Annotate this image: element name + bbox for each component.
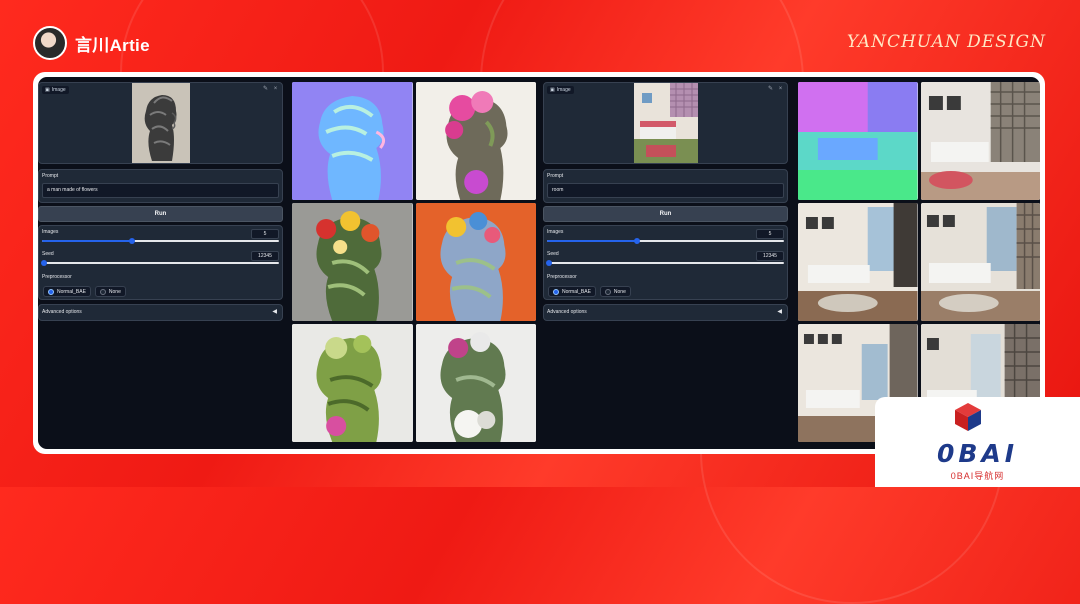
- image-tools: ✎ ×: [262, 86, 279, 93]
- gallery-image-pink-flowers[interactable]: [415, 82, 536, 200]
- logo-subtext: 0BAI导航网: [950, 471, 1005, 481]
- images-label: Images: [42, 229, 59, 235]
- radio-dot: [604, 288, 611, 295]
- seed-number-input[interactable]: 12345: [251, 251, 279, 261]
- prompt-input[interactable]: a man made of flowers: [42, 183, 279, 198]
- close-icon[interactable]: ×: [272, 86, 279, 93]
- prompt-block: Prompt a man made of flowers: [38, 169, 283, 203]
- radio-label: None: [108, 288, 121, 295]
- logo-text: 0BAI: [936, 439, 1019, 468]
- prompt-input[interactable]: room: [547, 183, 784, 198]
- brand-name: 言川Artie: [75, 35, 150, 55]
- seed-label: Seed: [547, 251, 559, 257]
- input-image-bust: [131, 83, 190, 163]
- images-slider-fill: [42, 240, 133, 242]
- radio-label: Normal_BAE: [562, 288, 591, 295]
- image-label-tag: ▣ Image: [42, 86, 69, 94]
- images-slider-fill: [547, 240, 638, 242]
- avatar: [33, 26, 67, 60]
- images-slider[interactable]: [42, 238, 279, 244]
- prompt-label: Prompt: [42, 173, 59, 179]
- gallery-image-bedroom-checkered[interactable]: [920, 82, 1040, 200]
- caret-left-icon: ◀: [272, 309, 277, 315]
- radio-normal-bae[interactable]: Normal_BAE: [548, 286, 596, 297]
- controls-block: Images 5 Seed 12345 Preprocessor Normal_…: [38, 225, 283, 300]
- input-image-block[interactable]: ▣ Image ✎ ×: [38, 82, 283, 164]
- image-icon: ▣: [550, 87, 555, 93]
- gallery-image-bedroom-plaid[interactable]: [920, 203, 1040, 321]
- input-image-block[interactable]: ▣ Image ✎ ×: [543, 82, 788, 164]
- seed-slider[interactable]: [41, 260, 279, 266]
- cube-logo-icon: [955, 403, 981, 431]
- gallery-image-green-leaves[interactable]: [292, 324, 413, 442]
- radio-dot: [99, 288, 106, 295]
- prompt-block: Prompt room: [543, 169, 788, 203]
- seed-slider[interactable]: [546, 260, 784, 266]
- gallery-image-bedroom-window[interactable]: [798, 203, 918, 321]
- brand-header: 言川Artie: [33, 26, 150, 60]
- images-slider-handle[interactable]: [634, 238, 641, 244]
- radio-none[interactable]: None: [94, 286, 126, 297]
- images-slider-handle[interactable]: [129, 238, 136, 244]
- seed-label: Seed: [42, 251, 54, 257]
- left-control-panel: ▣ Image ✎ × Prompt a man made of flowers …: [38, 82, 283, 444]
- image-tools: ✎ ×: [767, 86, 784, 93]
- gallery-image-green-red-flowers[interactable]: [292, 203, 413, 321]
- images-number-input[interactable]: 5: [251, 229, 279, 239]
- gallery-image-white-flowers[interactable]: [415, 324, 536, 442]
- prompt-label: Prompt: [547, 173, 564, 179]
- obai-watermark: 0BAI 0BAI导航网: [875, 397, 1080, 487]
- designer-signature: YANCHUAN DESIGN: [846, 32, 1046, 52]
- radio-normal-bae[interactable]: Normal_BAE: [43, 286, 91, 297]
- image-icon: ▣: [45, 87, 50, 93]
- preprocessor-label: Preprocessor: [547, 274, 577, 280]
- advanced-options-accordion[interactable]: Advanced options ◀: [38, 304, 283, 321]
- input-image-room: [633, 83, 698, 163]
- run-button[interactable]: Run: [543, 206, 788, 222]
- images-slider[interactable]: [547, 238, 784, 244]
- edit-icon[interactable]: ✎: [262, 86, 269, 93]
- gallery-image-normal-map[interactable]: [292, 82, 413, 200]
- app-window: ▣ Image ✎ × Prompt a man made of flowers …: [38, 77, 1040, 449]
- preprocessor-radio-group: Normal_BAE None: [548, 286, 631, 297]
- gallery-image-blue-orange[interactable]: [415, 203, 536, 321]
- right-output-gallery: [798, 82, 1040, 449]
- image-label: Image: [556, 87, 571, 93]
- radio-dot: [553, 288, 559, 295]
- seed-number-input[interactable]: 12345: [756, 251, 784, 261]
- images-number-input[interactable]: 5: [756, 229, 784, 239]
- image-label: Image: [51, 87, 66, 93]
- seed-slider-handle[interactable]: [41, 260, 48, 266]
- advanced-options-accordion[interactable]: Advanced options ◀: [543, 304, 788, 321]
- radio-label: Normal_BAE: [57, 288, 86, 295]
- left-output-gallery: [292, 82, 536, 449]
- seed-slider-handle[interactable]: [546, 260, 553, 266]
- images-label: Images: [547, 229, 564, 235]
- close-icon[interactable]: ×: [777, 86, 784, 93]
- run-button[interactable]: Run: [38, 206, 283, 222]
- radio-none[interactable]: None: [599, 286, 631, 297]
- radio-dot: [48, 288, 54, 295]
- caret-left-icon: ◀: [777, 309, 782, 315]
- radio-label: None: [613, 288, 626, 295]
- right-control-panel: ▣ Image ✎ × Prompt room Run Images 5 Seed…: [543, 82, 788, 444]
- preprocessor-label: Preprocessor: [42, 274, 72, 280]
- gallery-image-room-normal-map[interactable]: [798, 82, 918, 200]
- controls-block: Images 5 Seed 12345 Preprocessor Normal_…: [543, 225, 788, 300]
- advanced-options-label: Advanced options: [42, 309, 82, 315]
- image-label-tag: ▣ Image: [547, 86, 574, 94]
- advanced-options-label: Advanced options: [547, 309, 587, 315]
- preprocessor-radio-group: Normal_BAE None: [43, 286, 126, 297]
- edit-icon[interactable]: ✎: [767, 86, 774, 93]
